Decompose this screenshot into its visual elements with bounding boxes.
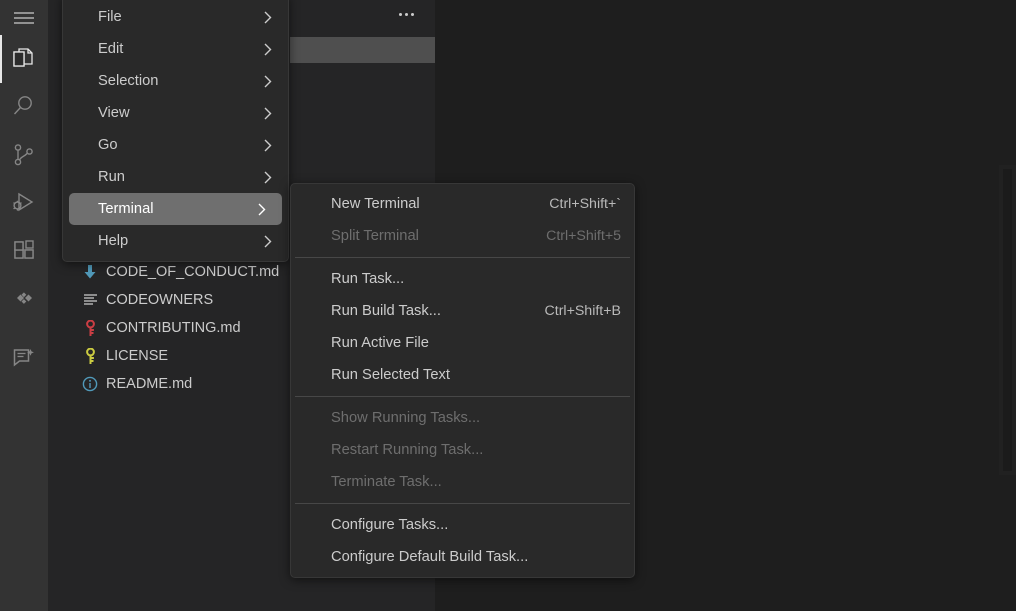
menu-item-shortcut: Ctrl+Shift+B <box>544 303 622 319</box>
search-icon <box>11 94 37 120</box>
menu-item-run-build-task[interactable]: Run Build Task... Ctrl+Shift+B <box>291 295 634 327</box>
menu-item-split-terminal: Split Terminal Ctrl+Shift+5 <box>291 220 634 252</box>
sidebar-item-remote-explorer[interactable] <box>0 275 48 323</box>
menu-item-configure-default-build-task[interactable]: Configure Default Build Task... <box>291 541 634 573</box>
file-tree: CODE_OF_CONDUCT.md CODEOWNERS CONTRIBUTI… <box>48 258 290 398</box>
menu-item-label: Restart Running Task... <box>331 442 484 458</box>
menu-item-go[interactable]: Go <box>63 129 288 161</box>
menu-item-help[interactable]: Help <box>63 225 288 257</box>
menu-item-selection[interactable]: Selection <box>63 65 288 97</box>
chevron-right-icon <box>261 75 275 88</box>
menu-item-label: Configure Tasks... <box>331 517 449 533</box>
sidebar-item-extensions[interactable] <box>0 227 48 275</box>
menu-item-label: View <box>98 105 130 121</box>
list-item[interactable]: CODE_OF_CONDUCT.md <box>48 258 290 286</box>
chevron-right-icon <box>261 43 275 56</box>
sidebar-item-search[interactable] <box>0 83 48 131</box>
extensions-icon <box>11 238 37 264</box>
sidebar-item-source-control[interactable] <box>0 131 48 179</box>
menu-item-run-selected-text[interactable]: Run Selected Text <box>291 359 634 391</box>
menu-item-show-running-tasks: Show Running Tasks... <box>291 402 634 434</box>
list-item[interactable]: README.md <box>48 370 290 398</box>
menu-item-label: Selection <box>98 73 159 89</box>
menu-item-view[interactable]: View <box>63 97 288 129</box>
sidebar-item-run-and-debug[interactable] <box>0 179 48 227</box>
menu-item-new-terminal[interactable]: New Terminal Ctrl+Shift+` <box>291 188 634 220</box>
chevron-right-icon <box>261 139 275 152</box>
menu-item-label: Go <box>98 137 118 153</box>
hamburger-menu-button[interactable] <box>0 0 48 35</box>
terminal-submenu: New Terminal Ctrl+Shift+` Split Terminal… <box>290 183 635 578</box>
activity-bar <box>0 0 48 611</box>
menu-item-label: Show Running Tasks... <box>331 410 481 426</box>
file-name: CODEOWNERS <box>106 292 214 308</box>
menu-item-label: Terminate Task... <box>331 474 442 490</box>
more-actions-button[interactable] <box>394 4 418 24</box>
files-icon <box>11 46 37 72</box>
menu-separator <box>295 257 630 258</box>
menu-item-label: Run Task... <box>331 271 405 287</box>
sidebar-item-explorer[interactable] <box>0 35 48 83</box>
menu-item-configure-tasks[interactable]: Configure Tasks... <box>291 509 634 541</box>
menu-item-edit[interactable]: Edit <box>63 33 288 65</box>
menu-item-terminal[interactable]: Terminal <box>69 193 282 225</box>
markdown-arrow-icon <box>82 264 98 280</box>
info-circle-icon <box>82 376 98 392</box>
key-icon <box>82 319 98 336</box>
menu-separator <box>295 503 630 504</box>
sidebar-item-chat[interactable] <box>0 335 48 383</box>
menu-item-label: Run Active File <box>331 335 429 351</box>
chevron-right-icon <box>261 235 275 248</box>
file-name: CODE_OF_CONDUCT.md <box>106 264 280 280</box>
menu-item-label: New Terminal <box>331 196 420 212</box>
menu-item-label: Configure Default Build Task... <box>331 549 529 565</box>
menu-item-shortcut: Ctrl+Shift+5 <box>546 228 621 244</box>
run-debug-icon <box>11 190 37 216</box>
file-name: LICENSE <box>106 348 169 364</box>
chevron-right-icon <box>261 171 275 184</box>
hamburger-icon <box>13 10 35 26</box>
chat-edit-icon <box>11 346 37 372</box>
menu-item-file[interactable]: File <box>63 1 288 33</box>
sparkle-diamond-icon <box>11 286 37 312</box>
menu-item-label: File <box>98 9 122 25</box>
menu-item-label: Terminal <box>98 201 154 217</box>
chevron-right-icon <box>261 107 275 120</box>
file-name: CONTRIBUTING.md <box>106 320 241 336</box>
list-item[interactable]: LICENSE <box>48 342 290 370</box>
ellipsis-icon <box>398 12 414 16</box>
main-menu: File Edit Selection View Go Run Terminal… <box>62 0 289 262</box>
vscode-window: CODE_OF_CONDUCT.md CODEOWNERS CONTRIBUTI… <box>0 0 1016 611</box>
list-item[interactable]: CONTRIBUTING.md <box>48 314 290 342</box>
list-item[interactable]: CODEOWNERS <box>48 286 290 314</box>
file-name: README.md <box>106 376 193 392</box>
menu-item-label: Run Build Task... <box>331 303 441 319</box>
tree-row-selected[interactable] <box>290 37 435 63</box>
menu-item-label: Edit <box>98 41 124 57</box>
menu-item-run-task[interactable]: Run Task... <box>291 263 634 295</box>
menu-item-label: Run Selected Text <box>331 367 450 383</box>
menu-item-label: Help <box>98 233 129 249</box>
menu-item-label: Split Terminal <box>331 228 419 244</box>
key-icon <box>82 347 98 364</box>
chevron-right-icon <box>261 11 275 24</box>
menu-separator <box>295 396 630 397</box>
source-control-icon <box>11 142 37 168</box>
menu-item-restart-running-task: Restart Running Task... <box>291 434 634 466</box>
chevron-right-icon <box>255 203 269 216</box>
menu-item-label: Run <box>98 169 125 185</box>
menu-item-run[interactable]: Run <box>63 161 288 193</box>
lines-icon <box>82 292 98 308</box>
menu-item-shortcut: Ctrl+Shift+` <box>549 196 621 212</box>
editor-right-overlay <box>999 165 1016 475</box>
menu-item-terminate-task: Terminate Task... <box>291 466 634 498</box>
menu-item-run-active-file[interactable]: Run Active File <box>291 327 634 359</box>
